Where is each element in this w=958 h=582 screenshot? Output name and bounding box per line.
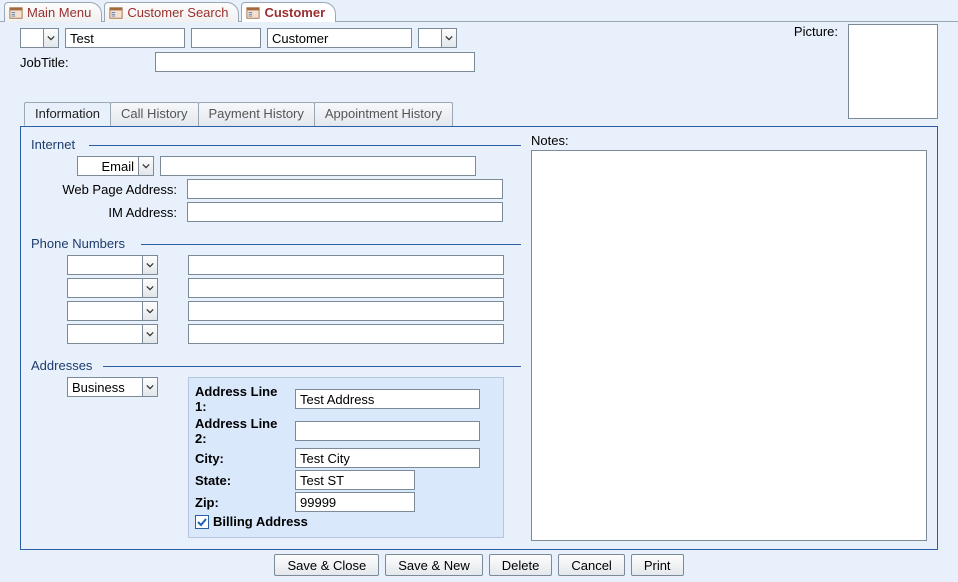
form-icon [246,6,260,20]
addr-city-label: City: [195,451,291,466]
addr-line1-label: Address Line 1: [195,384,291,414]
email-type-value[interactable] [78,157,138,175]
tab-payment-history[interactable]: Payment History [198,102,315,126]
prefix-dropdown[interactable] [20,28,59,48]
document-tab-bar: Main Menu Customer Search Customer [0,0,958,22]
phone-type-dropdown-3[interactable] [67,301,158,321]
phone-input-2[interactable] [188,278,504,298]
middle-name-input[interactable] [191,28,261,48]
group-internet-title: Internet [31,137,521,152]
chevron-down-icon [138,157,153,175]
chevron-down-icon [441,29,456,47]
addr-line1-input[interactable] [295,389,480,409]
phone-type-dropdown-4[interactable] [67,324,158,344]
chevron-down-icon [142,279,157,297]
addr-city-input[interactable] [295,448,480,468]
doc-tab-customer[interactable]: Customer [241,2,336,22]
group-phones-title: Phone Numbers [31,236,521,251]
chevron-down-icon [142,256,157,274]
form-icon [9,6,23,20]
doc-tab-main-menu[interactable]: Main Menu [4,2,102,22]
picture-label: Picture: [794,24,838,39]
chevron-down-icon [43,29,58,47]
web-input[interactable] [187,179,503,199]
form-icon [109,6,123,20]
address-type-dropdown[interactable] [67,377,158,397]
addr-zip-input[interactable] [295,492,415,512]
web-label: Web Page Address: [31,182,181,197]
email-type-dropdown[interactable] [77,156,154,176]
tab-label: Payment History [209,106,304,121]
phone-input-4[interactable] [188,324,504,344]
jobtitle-input[interactable] [155,52,475,72]
notes-label: Notes: [531,133,927,148]
addr-state-label: State: [195,473,291,488]
phone-input-3[interactable] [188,301,504,321]
suffix-dropdown[interactable] [418,28,457,48]
tab-label: Information [35,106,100,121]
customer-form: JobTitle: Picture: Information Call Hist… [0,22,958,582]
addr-line2-label: Address Line 2: [195,416,291,446]
addr-state-input[interactable] [295,470,415,490]
phone-type-dropdown-1[interactable] [67,255,158,275]
notes-textarea[interactable] [531,150,927,541]
tab-label: Call History [121,106,187,121]
address-type-value[interactable] [68,378,142,396]
doc-tab-label: Customer Search [127,5,228,20]
group-addresses-title: Addresses [31,358,521,373]
address-box: Address Line 1: Address Line 2: City: St… [188,377,504,538]
phone-input-1[interactable] [188,255,504,275]
chevron-down-icon [142,302,157,320]
im-label: IM Address: [31,205,181,220]
chevron-down-icon [142,378,157,396]
first-name-input[interactable] [65,28,185,48]
jobtitle-label: JobTitle: [20,55,69,70]
doc-tab-label: Main Menu [27,5,91,20]
billing-checkbox[interactable] [195,515,209,529]
tab-information[interactable]: Information [24,102,111,126]
billing-label: Billing Address [213,514,308,529]
tab-appointment-history[interactable]: Appointment History [314,102,453,126]
addr-line2-input[interactable] [295,421,480,441]
im-input[interactable] [187,202,503,222]
phone-type-dropdown-2[interactable] [67,278,158,298]
email-input[interactable] [160,156,476,176]
information-panel: Internet Web Page Address: IM Address: P… [20,126,938,550]
picture-area: Picture: [794,24,938,119]
tab-call-history[interactable]: Call History [110,102,198,126]
last-name-input[interactable] [267,28,412,48]
addr-zip-label: Zip: [195,495,291,510]
tab-label: Appointment History [325,106,442,121]
doc-tab-customer-search[interactable]: Customer Search [104,2,239,22]
chevron-down-icon [142,325,157,343]
picture-box[interactable] [848,24,938,119]
doc-tab-label: Customer [264,5,325,20]
